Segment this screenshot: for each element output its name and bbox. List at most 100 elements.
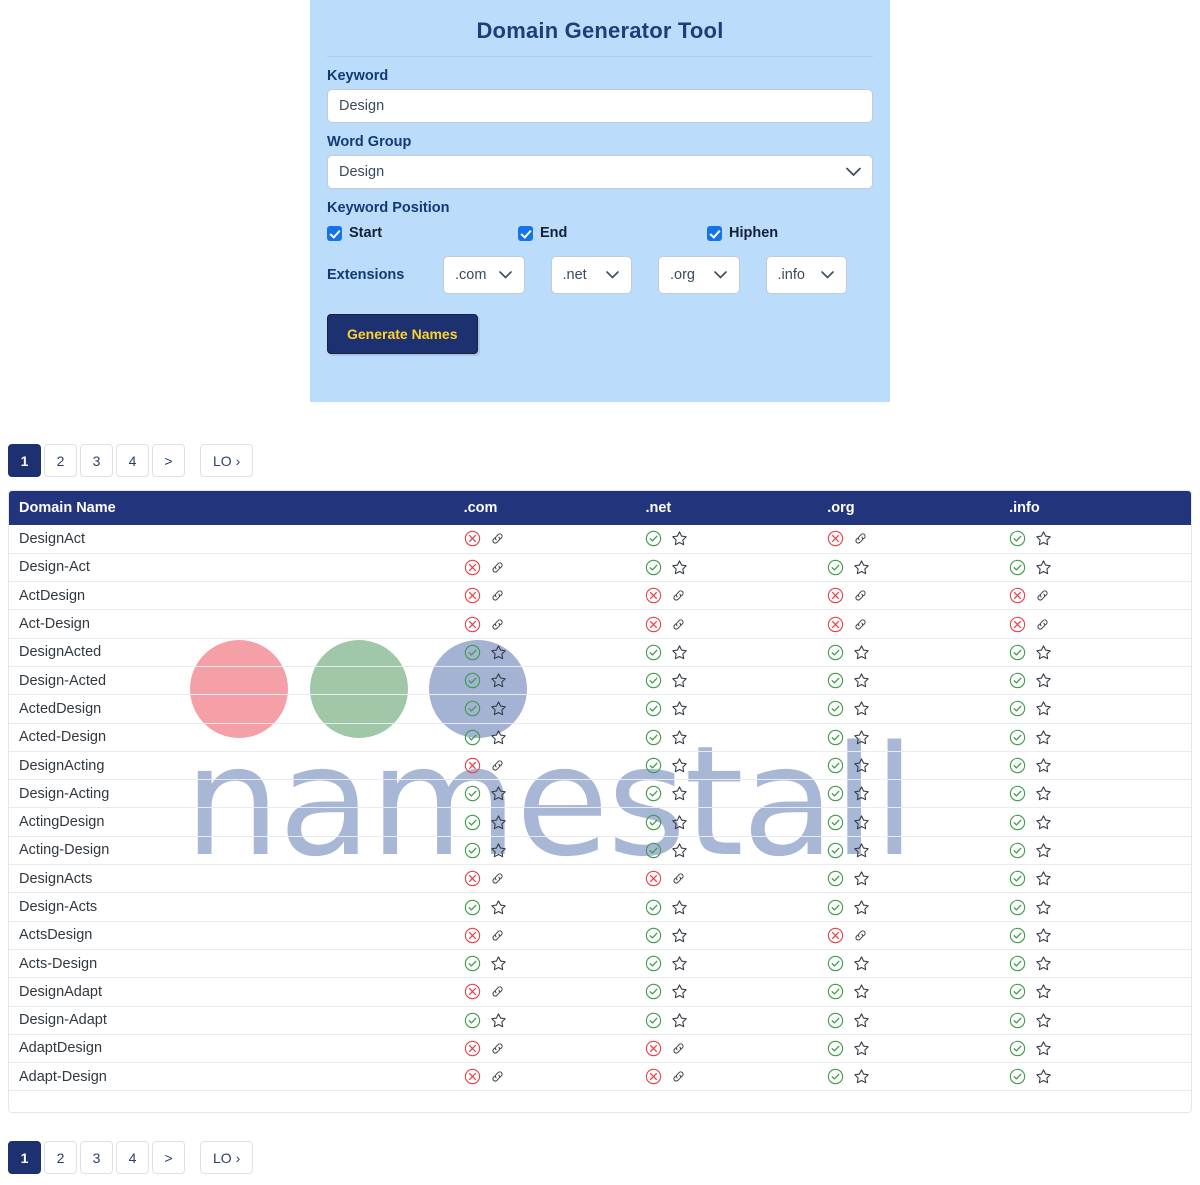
whois-link-button[interactable] [671,1069,686,1084]
whois-link-button[interactable] [490,758,505,773]
availability-available-icon[interactable] [464,842,481,859]
availability-available-icon[interactable] [827,785,844,802]
availability-available-icon[interactable] [1009,899,1026,916]
whois-link-button[interactable] [671,617,686,632]
favorite-star-button[interactable] [853,899,870,916]
availability-available-icon[interactable] [645,899,662,916]
checkbox-end[interactable]: End [518,225,707,241]
availability-taken-icon[interactable] [645,1068,662,1085]
availability-available-icon[interactable] [464,644,481,661]
availability-taken-icon[interactable] [464,1068,481,1085]
favorite-star-button[interactable] [671,927,688,944]
availability-available-icon[interactable] [827,700,844,717]
favorite-star-button[interactable] [490,700,507,717]
whois-link-button[interactable] [490,984,505,999]
availability-available-icon[interactable] [464,785,481,802]
whois-link-button[interactable] [671,1041,686,1056]
favorite-star-button[interactable] [490,672,507,689]
availability-available-icon[interactable] [1009,842,1026,859]
availability-available-icon[interactable] [464,814,481,831]
favorite-star-button[interactable] [1035,870,1052,887]
pagination-bottom-page-3[interactable]: 3 [80,1141,113,1174]
favorite-star-button[interactable] [1035,672,1052,689]
availability-available-icon[interactable] [827,899,844,916]
pagination-bottom-next[interactable]: > [152,1141,185,1174]
availability-available-icon[interactable] [1009,700,1026,717]
favorite-star-button[interactable] [671,814,688,831]
availability-available-icon[interactable] [1009,729,1026,746]
favorite-star-button[interactable] [853,814,870,831]
whois-link-button[interactable] [490,871,505,886]
favorite-star-button[interactable] [853,757,870,774]
availability-available-icon[interactable] [1009,559,1026,576]
availability-available-icon[interactable] [645,842,662,859]
availability-available-icon[interactable] [645,1012,662,1029]
favorite-star-button[interactable] [671,842,688,859]
availability-available-icon[interactable] [1009,1012,1026,1029]
availability-available-icon[interactable] [1009,672,1026,689]
favorite-star-button[interactable] [671,644,688,661]
availability-available-icon[interactable] [827,1068,844,1085]
availability-available-icon[interactable] [827,814,844,831]
favorite-star-button[interactable] [1035,927,1052,944]
favorite-star-button[interactable] [671,899,688,916]
extension-select-info[interactable]: .info [765,256,847,294]
availability-available-icon[interactable] [464,700,481,717]
favorite-star-button[interactable] [671,757,688,774]
favorite-star-button[interactable] [853,644,870,661]
favorite-star-button[interactable] [490,814,507,831]
favorite-star-button[interactable] [671,983,688,1000]
favorite-star-button[interactable] [853,672,870,689]
favorite-star-button[interactable] [853,1068,870,1085]
extension-select-net[interactable]: .net [550,256,632,294]
availability-taken-icon[interactable] [827,530,844,547]
whois-link-button[interactable] [853,588,868,603]
availability-taken-icon[interactable] [645,587,662,604]
whois-link-button[interactable] [490,617,505,632]
availability-available-icon[interactable] [645,644,662,661]
favorite-star-button[interactable] [671,672,688,689]
favorite-star-button[interactable] [671,530,688,547]
availability-available-icon[interactable] [645,927,662,944]
favorite-star-button[interactable] [853,559,870,576]
availability-taken-icon[interactable] [645,870,662,887]
favorite-star-button[interactable] [671,559,688,576]
availability-available-icon[interactable] [827,842,844,859]
favorite-star-button[interactable] [490,842,507,859]
whois-link-button[interactable] [490,1041,505,1056]
availability-available-icon[interactable] [464,672,481,689]
whois-link-button[interactable] [853,928,868,943]
whois-link-button[interactable] [490,531,505,546]
favorite-star-button[interactable] [1035,559,1052,576]
availability-available-icon[interactable] [827,955,844,972]
availability-available-icon[interactable] [1009,644,1026,661]
availability-available-icon[interactable] [1009,870,1026,887]
favorite-star-button[interactable] [853,842,870,859]
availability-available-icon[interactable] [827,559,844,576]
availability-available-icon[interactable] [1009,757,1026,774]
pagination-top-page-3[interactable]: 3 [80,444,113,477]
whois-link-button[interactable] [853,531,868,546]
favorite-star-button[interactable] [1035,1012,1052,1029]
favorite-star-button[interactable] [671,1012,688,1029]
availability-available-icon[interactable] [827,870,844,887]
availability-available-icon[interactable] [827,672,844,689]
availability-available-icon[interactable] [827,1012,844,1029]
availability-available-icon[interactable] [1009,1068,1026,1085]
favorite-star-button[interactable] [1035,757,1052,774]
keyword-input[interactable] [327,89,873,123]
favorite-star-button[interactable] [1035,1068,1052,1085]
availability-available-icon[interactable] [645,785,662,802]
favorite-star-button[interactable] [1035,530,1052,547]
favorite-star-button[interactable] [671,785,688,802]
availability-available-icon[interactable] [827,1040,844,1057]
availability-available-icon[interactable] [464,1012,481,1029]
availability-available-icon[interactable] [645,530,662,547]
pagination-top-last[interactable]: LO › [200,444,254,477]
pagination-top-page-2[interactable]: 2 [44,444,77,477]
availability-taken-icon[interactable] [464,983,481,1000]
whois-link-button[interactable] [490,588,505,603]
availability-available-icon[interactable] [1009,983,1026,1000]
favorite-star-button[interactable] [490,785,507,802]
whois-link-button[interactable] [1035,617,1050,632]
